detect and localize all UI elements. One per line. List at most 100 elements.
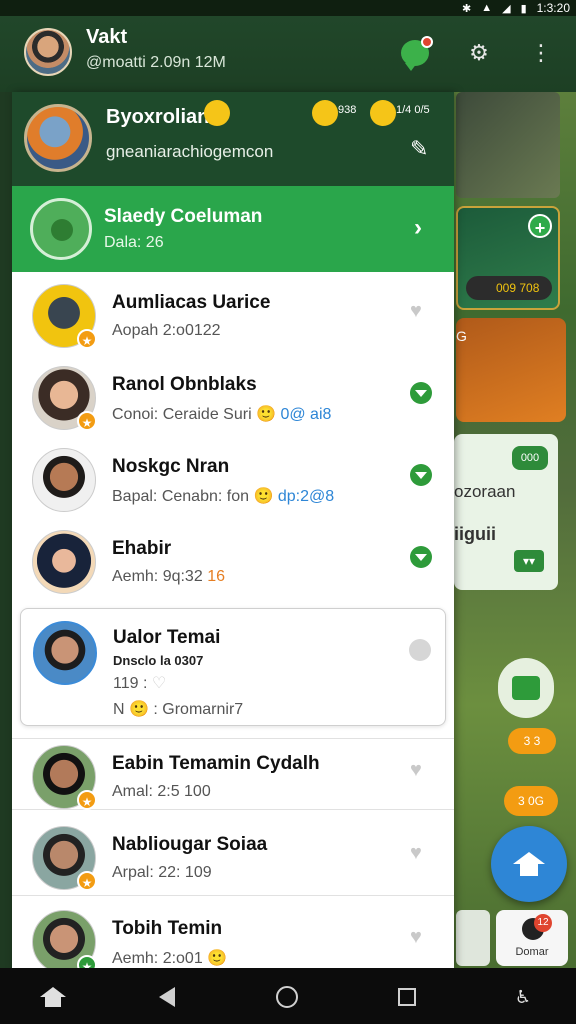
settings-button[interactable]: ⚙ — [462, 36, 496, 70]
contact-name: Tobih Temin — [112, 918, 223, 939]
avatar — [32, 530, 96, 594]
contact-name: Aumliacas Uarice — [112, 292, 271, 313]
highlight-banner[interactable]: Slaedy Coeluman Dala: 26 › — [12, 186, 454, 272]
emoji-icon: 🙂 — [129, 701, 149, 718]
heart-icon[interactable]: ♥ — [410, 926, 434, 950]
home-circle-icon — [276, 986, 298, 1008]
nav-home-circle-button[interactable] — [272, 982, 302, 1012]
heart-icon: ♡ — [151, 675, 167, 692]
status-icon[interactable] — [409, 639, 431, 661]
contact-row[interactable]: Noskgc Nran Bapal: Cenabn: fon 🙂 dp:2@8 — [12, 436, 454, 518]
navigation-bar: ♿ — [0, 968, 576, 1024]
contact-row[interactable]: ★ Tobih Temin Aemh: 2:o01 🙂 ♥ — [12, 898, 454, 968]
contact-meta: Amal: 2:5 100 — [112, 783, 211, 800]
game-card-top[interactable] — [456, 92, 560, 198]
emoji-icon: 🙂 — [253, 488, 274, 505]
down-arrow-icon[interactable] — [410, 382, 434, 406]
heart-icon[interactable]: ♥ — [410, 759, 434, 783]
wink-icon — [370, 100, 396, 126]
nav-accessibility-button[interactable]: ♿ — [508, 982, 538, 1012]
more-vert-icon: ⋮ — [530, 40, 552, 65]
hero-badge: 009 708 — [466, 276, 552, 300]
wifi-icon: ◢ — [502, 2, 511, 15]
contact-name: Noskgc Nran — [112, 456, 230, 477]
smiley-icon — [204, 100, 230, 126]
contact-name: Eabin Temamin Cydalh — [112, 753, 320, 774]
profile-name: Byoxrolian — [106, 106, 210, 128]
chat-icon — [401, 36, 433, 71]
star-icon: ★ — [77, 329, 97, 349]
more-button[interactable]: ⋮ — [524, 36, 558, 70]
game-card-orange[interactable]: G — [456, 318, 566, 422]
battery-icon: ▮ — [520, 2, 527, 15]
avatar: ★ — [32, 745, 97, 810]
contact-line-3: N 🙂 : Gromarnir7 — [113, 701, 244, 718]
coin-badge-2: 3 0G — [504, 786, 558, 816]
app-subtitle: @moatti 2.09n 12M — [86, 54, 226, 71]
heart-icon[interactable]: ♥ — [410, 842, 434, 866]
card-label: G — [456, 328, 467, 344]
home-fab[interactable] — [491, 826, 567, 902]
contact-name: Nabliougar Soiaa — [112, 834, 268, 855]
navigation-drawer: Byoxrolian gneaniarachiogemcon 938 1/4 0… — [12, 92, 454, 968]
domar-tile[interactable]: 12 Domar — [496, 910, 568, 966]
heart-icon[interactable]: ♥ — [410, 300, 434, 324]
side-tile[interactable] — [456, 910, 490, 966]
star-icon: ★ — [77, 871, 97, 891]
contact-row[interactable]: ★ Nabliougar Soiaa Arpal: 22: 109 ♥ — [12, 814, 454, 896]
nav-home-button[interactable] — [38, 982, 68, 1012]
nav-back-button[interactable] — [152, 982, 182, 1012]
chat-button[interactable] — [398, 36, 433, 71]
home-icon — [40, 987, 66, 1007]
contact-meta: Arpal: 22: 109 — [112, 864, 212, 881]
status-bar: ✱ ▲ ◢ ▮ 1:3:20 — [0, 0, 576, 16]
smiley-icon — [312, 100, 338, 126]
user-avatar[interactable] — [24, 28, 72, 76]
contact-row[interactable]: ★ Aumliacas Uarice Aopah 2:o0122 ♥ — [12, 272, 454, 354]
profile-count-1: 938 — [338, 104, 357, 116]
card-text-1: ozoraan — [454, 482, 516, 501]
back-icon — [159, 987, 175, 1007]
avatar: ★ — [32, 284, 97, 349]
avatar — [32, 448, 96, 512]
add-icon[interactable]: + — [528, 214, 552, 238]
down-arrow-icon[interactable] — [410, 546, 434, 570]
game-card-hero[interactable]: + 009 708 — [456, 206, 560, 310]
emoji-icon: 🙂 — [256, 406, 276, 423]
card-action[interactable]: ▾▾ — [514, 550, 544, 572]
contact-meta: Conoi: Ceraide Suri 🙂 0@ ai8 — [112, 406, 332, 423]
banner-title: Slaedy Coeluman — [104, 206, 263, 227]
contact-name: Ualor Temai — [113, 627, 221, 648]
edit-icon[interactable]: ✎ — [410, 136, 436, 162]
banner-subtitle: Dala: 26 — [104, 234, 164, 251]
coin-badge-1: 3 3 — [508, 728, 556, 754]
selected-contact-card[interactable]: Ualor Temai Dnsclo la 0307 119 : ♡ N 🙂 :… — [20, 608, 446, 726]
contact-row[interactable]: ★ Ranol Obnblaks Conoi: Ceraide Suri 🙂 0… — [12, 354, 454, 436]
avatar — [33, 621, 97, 685]
emoji-icon: 🙂 — [207, 950, 228, 967]
message-float-button[interactable] — [498, 658, 554, 718]
side-info-card[interactable]: 000 ozoraan iiguii ▾▾ — [454, 434, 558, 590]
contact-meta: Aemh: 9q:32 16 — [112, 568, 225, 585]
contact-line-2: 119 : ♡ — [113, 675, 167, 692]
nav-recents-button[interactable] — [392, 982, 422, 1012]
card-text-2: iiguii — [454, 524, 496, 544]
profile-count-2: 1/4 0/5 — [396, 104, 430, 116]
contact-row[interactable]: Ehabir Aemh: 9q:32 16 — [12, 518, 454, 600]
gear-icon: ⚙ — [469, 40, 489, 65]
contact-row[interactable]: ★ Eabin Temamin Cydalh Amal: 2:5 100 ♥ — [12, 738, 454, 810]
tile-badge: 12 — [534, 914, 552, 932]
contact-meta: Aemh: 2:o01 🙂 — [112, 950, 228, 967]
profile-avatar[interactable] — [24, 104, 92, 172]
app-bar: Vakt @moatti 2.09n 12M ⚙ ⋮ — [0, 16, 576, 92]
banner-icon — [30, 198, 92, 260]
chevron-right-icon: › — [414, 214, 422, 241]
card-pill[interactable]: 000 — [512, 446, 548, 470]
contact-line-1: Dnsclo la 0307 — [113, 653, 204, 668]
status-time: 1:3:20 — [536, 1, 570, 15]
home-icon — [513, 852, 545, 876]
down-arrow-icon[interactable] — [410, 464, 434, 488]
star-icon: ★ — [77, 955, 97, 968]
bluetooth-icon: ✱ — [461, 2, 472, 15]
contact-meta: Aopah 2:o0122 — [112, 322, 221, 339]
